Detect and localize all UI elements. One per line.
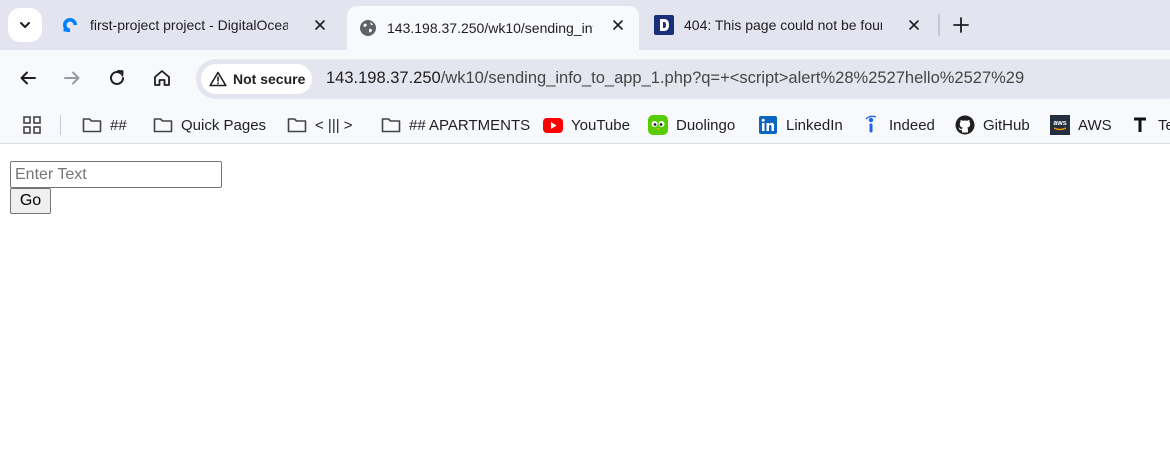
digitalocean-icon bbox=[63, 18, 77, 32]
close-icon[interactable] bbox=[312, 17, 328, 33]
address-bar[interactable]: Not secure 143.198.37.250/wk10/sending_i… bbox=[196, 59, 1170, 99]
tab-title: 143.198.37.250/wk10/sending_info_to_app_… bbox=[387, 20, 593, 36]
bookmark-github[interactable]: GitHub bbox=[955, 113, 1030, 137]
duolingo-icon bbox=[648, 115, 668, 135]
tab-title: 404: This page could not be found bbox=[684, 17, 882, 33]
bookmark-folder-apartments[interactable]: ## APARTMENTS bbox=[381, 113, 530, 137]
forward-button[interactable] bbox=[58, 64, 86, 92]
arrow-right-icon bbox=[64, 71, 80, 85]
reload-button[interactable] bbox=[103, 64, 131, 92]
bookmark-aws[interactable]: aws AWS bbox=[1050, 113, 1112, 137]
home-icon bbox=[154, 70, 170, 86]
tab-divider bbox=[938, 14, 940, 36]
tab-search-button[interactable] bbox=[8, 8, 42, 42]
bookmark-label: Indeed bbox=[889, 116, 935, 134]
folder-icon bbox=[153, 115, 173, 135]
tab-active-sending-info[interactable]: 143.198.37.250/wk10/sending_info_to_app_… bbox=[347, 6, 639, 50]
youtube-icon bbox=[543, 115, 563, 135]
svg-text:aws: aws bbox=[1053, 120, 1066, 127]
folder-icon bbox=[381, 115, 401, 135]
bookmark-label: Te bbox=[1158, 116, 1170, 134]
bookmark-youtube[interactable]: YouTube bbox=[543, 113, 630, 137]
indeed-icon bbox=[861, 115, 881, 135]
chevron-down-icon bbox=[20, 22, 30, 28]
bookmark-label: GitHub bbox=[983, 116, 1030, 134]
bookmark-folder-hash[interactable]: ## bbox=[82, 113, 127, 137]
bookmark-duolingo[interactable]: Duolingo bbox=[648, 113, 735, 137]
security-label: Not secure bbox=[233, 71, 306, 87]
tab-digitalocean[interactable]: first-project project - DigitalOcean bbox=[50, 6, 340, 44]
url-path: /wk10/sending_info_to_app_1.php?q=+<scri… bbox=[440, 69, 1025, 87]
bookmark-folder-quick-pages[interactable]: Quick Pages bbox=[153, 113, 266, 137]
linkedin-icon bbox=[758, 115, 778, 135]
dev-d-icon bbox=[654, 15, 674, 35]
bookmark-label: YouTube bbox=[571, 116, 630, 134]
back-button[interactable] bbox=[14, 64, 42, 92]
new-tab-button[interactable] bbox=[948, 12, 974, 38]
github-icon bbox=[955, 115, 975, 135]
bookmark-label: Duolingo bbox=[676, 116, 736, 134]
plus-icon bbox=[953, 17, 969, 33]
page-content: Go bbox=[0, 151, 1170, 461]
bookmark-linkedin[interactable]: LinkedIn bbox=[758, 113, 843, 137]
browser-toolbar: Not secure 143.198.37.250/wk10/sending_i… bbox=[0, 50, 1170, 106]
warning-icon bbox=[209, 71, 227, 87]
folder-icon bbox=[82, 115, 102, 135]
bookmarks-separator bbox=[60, 115, 61, 135]
t-icon bbox=[1130, 115, 1150, 135]
bookmark-label: ## bbox=[110, 116, 127, 134]
tab-title: first-project project - DigitalOcean bbox=[90, 17, 288, 33]
arrow-left-icon bbox=[20, 71, 36, 85]
text-input[interactable] bbox=[10, 161, 222, 188]
bookmark-label: ## APARTMENTS bbox=[409, 116, 531, 134]
bookmark-indeed[interactable]: Indeed bbox=[861, 113, 935, 137]
security-chip[interactable]: Not secure bbox=[201, 64, 312, 94]
bookmark-label: Quick Pages bbox=[181, 116, 267, 134]
bookmark-t[interactable]: Te bbox=[1130, 113, 1170, 137]
go-button[interactable]: Go bbox=[10, 188, 51, 214]
bookmark-label: AWS bbox=[1078, 116, 1112, 134]
home-button[interactable] bbox=[148, 64, 176, 92]
close-icon[interactable] bbox=[906, 17, 922, 33]
url-text[interactable]: 143.198.37.250/wk10/sending_info_to_app_… bbox=[326, 69, 1024, 88]
apps-grid-icon[interactable] bbox=[22, 115, 42, 135]
bookmarks-bar: ## Quick Pages < ||| > ## APARTMENTS You… bbox=[0, 106, 1170, 144]
folder-icon bbox=[287, 115, 307, 135]
tab-strip: first-project project - DigitalOcean 143… bbox=[0, 0, 1170, 50]
bookmark-folder-bars[interactable]: < ||| > bbox=[287, 113, 353, 137]
reload-icon bbox=[110, 70, 124, 85]
close-icon[interactable] bbox=[610, 17, 626, 33]
tab-404[interactable]: 404: This page could not be found bbox=[646, 6, 932, 44]
bookmark-label: LinkedIn bbox=[786, 116, 843, 134]
aws-icon: aws bbox=[1050, 115, 1070, 135]
globe-icon bbox=[360, 20, 376, 36]
url-host: 143.198.37.250 bbox=[326, 69, 441, 87]
bookmark-label: < ||| > bbox=[315, 116, 353, 134]
